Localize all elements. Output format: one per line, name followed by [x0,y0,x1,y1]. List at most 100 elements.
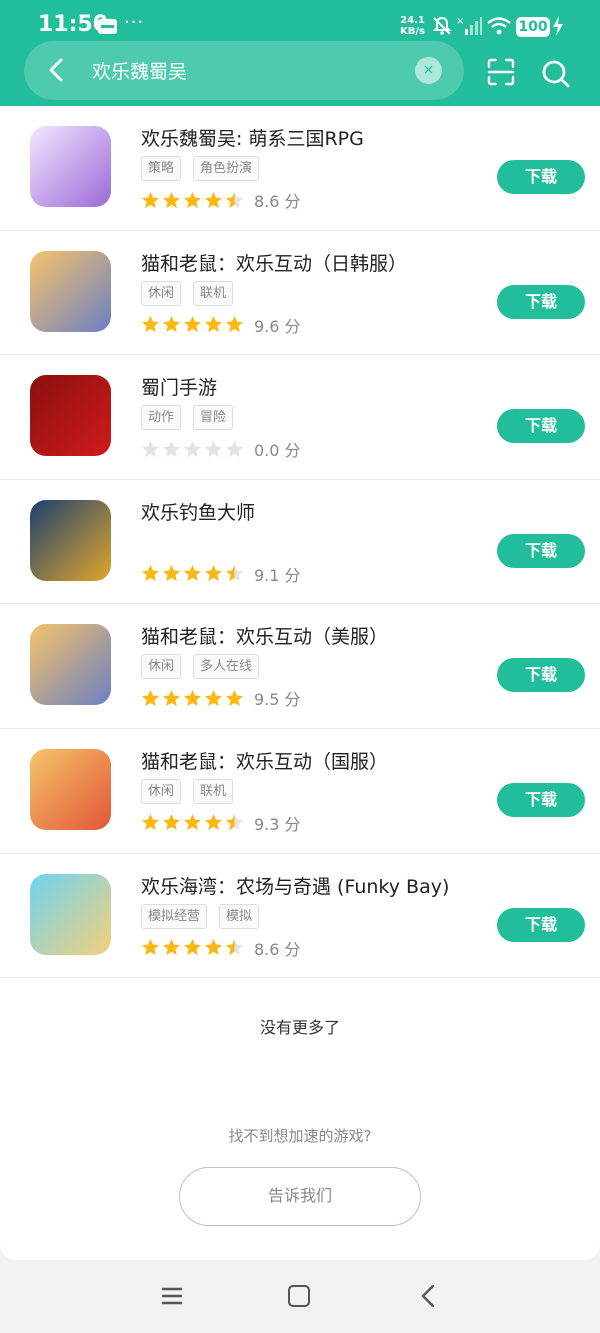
game-title[interactable]: 猫和老鼠：欢乐互动（国服） [141,747,481,774]
download-button[interactable]: 下载 [497,533,585,568]
game-score: 8.6 分 [254,939,301,959]
download-button[interactable]: 下载 [497,284,585,319]
star-rating [141,315,244,334]
game-icon[interactable] [30,499,111,581]
menu-icon[interactable] [161,1286,183,1306]
charging-icon [553,16,563,36]
star-icon [204,316,223,333]
game-rating: 9.3 分 [141,812,301,834]
game-icon[interactable] [30,126,111,207]
game-title[interactable]: 欢乐钓鱼大师 [141,498,481,525]
status-bar: 11:50 ··· 24.1 KB/s × 100 [0,0,600,40]
missing-game-hint: 找不到想加速的游戏? [228,1127,372,1145]
game-title[interactable]: 猫和老鼠：欢乐互动（日韩服） [141,249,481,276]
game-icon[interactable] [30,375,111,457]
star-icon [162,814,181,831]
star-icon [162,316,181,333]
game-score: 8.6 分 [254,192,301,211]
star-icon [162,191,181,208]
download-button[interactable]: 下载 [497,160,585,194]
network-speed: 24.1 KB/s [400,15,425,37]
game-tag: 联机 [193,778,234,804]
game-tag: 多人在线 [193,654,260,680]
game-title[interactable]: 欢乐海湾：农场与奇遇 (Funky Bay) [141,872,481,899]
game-title[interactable]: 猫和老鼠：欢乐互动（美服） [141,622,481,649]
star-icon [204,939,223,956]
star-icon [225,939,244,956]
result-list: 欢乐魏蜀吴: 萌系三国RPG 策略 角色扮演 8.6 分下载 猫和老鼠：欢乐互动（日韩服… [0,106,600,979]
star-icon [183,565,202,582]
star-rating [141,813,244,832]
result-row[interactable]: 欢乐魏蜀吴: 萌系三国RPG 策略 角色扮演 8.6 分 下载 [0,106,600,231]
result-row[interactable]: 蜀门手游 动作 冒险 0.0 分 下载 [0,355,600,480]
game-tag: 模拟经营 [141,903,208,929]
star-icon [162,565,181,582]
signal-icon: × [456,16,482,35]
star-icon [204,814,223,831]
game-tag: 角色扮演 [193,156,260,181]
home-icon[interactable] [288,1285,310,1307]
star-icon [183,939,202,956]
game-rating: 9.6 分 [141,314,301,336]
game-title[interactable]: 欢乐魏蜀吴: 萌系三国RPG [141,124,481,151]
game-tag: 休闲 [141,280,182,306]
download-button[interactable]: 下载 [497,658,585,693]
result-row[interactable]: 猫和老鼠：欢乐互动（美服） 休闲 多人在线 9.5 分 下载 [0,604,600,729]
game-rating: 8.6 分 [141,937,301,959]
result-row[interactable]: 猫和老鼠：欢乐互动（日韩服） 休闲 联机 9.6 分 下载 [0,231,600,356]
game-score: 9.6 分 [254,316,301,336]
star-icon [183,191,202,208]
game-score: 0.0 分 [254,441,301,461]
svg-text:×: × [456,16,464,27]
game-icon[interactable] [30,748,111,830]
star-icon [204,440,223,457]
star-icon [225,191,244,208]
star-icon [204,191,223,208]
star-rating [141,191,244,210]
star-icon [183,814,202,831]
back-arrow-icon[interactable] [44,57,70,83]
wifi-icon [487,17,511,35]
result-row[interactable]: 欢乐钓鱼大师 9.1 分 下载 [0,480,600,605]
game-rating: 9.1 分 [141,563,301,585]
star-rating [141,938,244,957]
game-title[interactable]: 蜀门手游 [141,373,481,400]
star-icon [204,565,223,582]
star-icon [183,689,202,706]
more-dots-icon: ··· [124,12,145,33]
game-icon[interactable] [30,873,111,955]
star-icon [141,316,160,333]
mail-icon [98,19,117,34]
star-rating [141,689,244,708]
system-nav-bar [0,1260,600,1333]
star-icon [162,440,181,457]
game-icon[interactable] [30,250,111,332]
tell-us-button[interactable]: 告诉我们 [179,1167,421,1226]
scan-icon[interactable] [487,58,515,86]
download-button[interactable]: 下载 [497,907,585,942]
star-icon [141,440,160,457]
game-tags: 休闲 联机 [141,778,234,805]
result-row[interactable]: 猫和老鼠：欢乐互动（国服） 休闲 联机 9.3 分 下载 [0,729,600,854]
result-row[interactable]: 欢乐海湾：农场与奇遇 (Funky Bay) 模拟经营 模拟 8.6 分 下载 [0,854,600,979]
download-button[interactable]: 下载 [497,782,585,817]
game-tag: 动作 [141,405,182,431]
download-button[interactable]: 下载 [497,409,585,444]
star-icon [141,565,160,582]
top-bar: 11:50 ··· 24.1 KB/s × 100 欢乐魏蜀吴 × [0,0,600,106]
game-tags: 策略 角色扮演 [141,156,260,182]
game-tag: 休闲 [141,778,182,804]
search-icon[interactable] [541,59,571,89]
star-icon [162,689,181,706]
search-input[interactable] [92,51,412,89]
star-icon [225,814,244,831]
game-rating: 9.5 分 [141,687,301,709]
back-icon[interactable] [418,1284,438,1308]
game-tags: 模拟经营 模拟 [141,903,260,930]
game-rating: 8.6 分 [141,189,301,211]
game-icon[interactable] [30,624,111,706]
game-score: 9.3 分 [254,814,301,834]
game-score: 9.1 分 [254,565,301,585]
clear-search-button[interactable]: × [415,57,442,84]
star-icon [141,689,160,706]
